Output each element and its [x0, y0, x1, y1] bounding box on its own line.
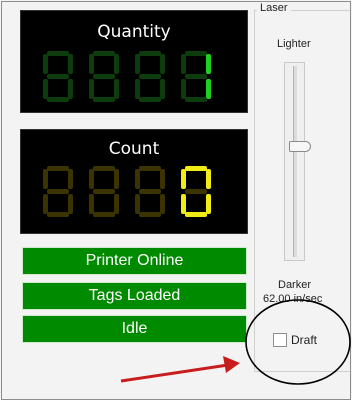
pointer-arrow-shaft — [120, 363, 229, 383]
highlight-circle — [245, 299, 351, 385]
annotation-overlay — [120, 299, 351, 385]
pointer-arrow-head — [223, 356, 240, 373]
